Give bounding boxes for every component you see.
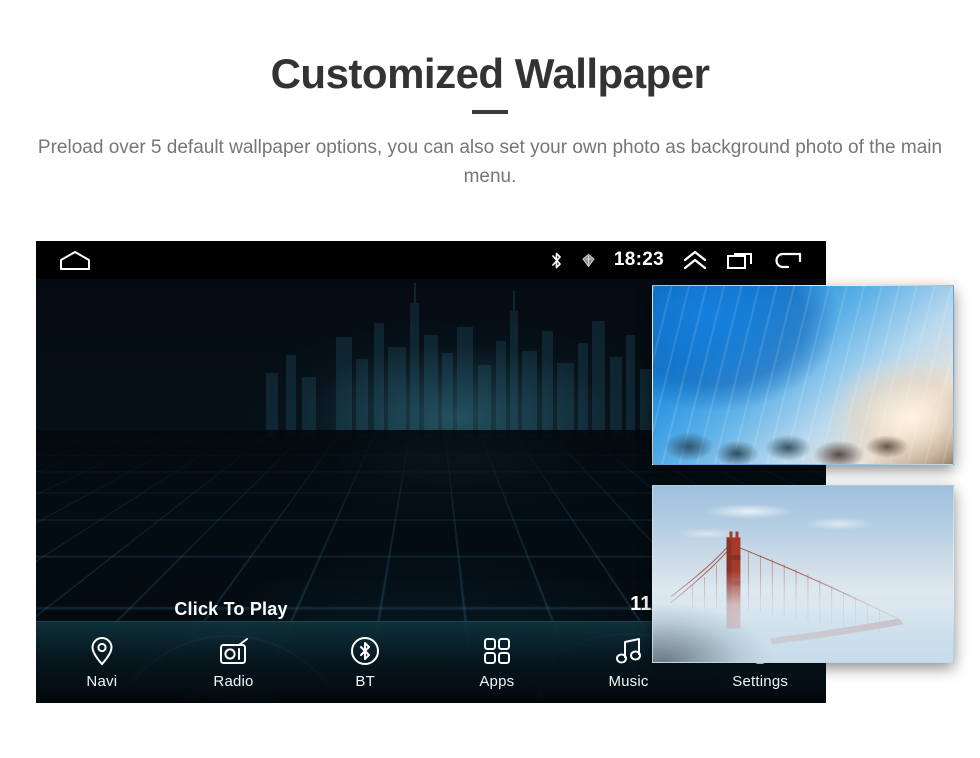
status-clock: 18:23	[613, 249, 664, 270]
dock-item-navi[interactable]: Navi	[36, 636, 168, 690]
gps-icon	[582, 253, 595, 267]
dock-item-apps[interactable]: Apps	[431, 636, 563, 690]
dock-label-settings: Settings	[732, 672, 789, 690]
dock-label-apps: Apps	[479, 672, 515, 690]
bridge-hillside	[653, 576, 797, 662]
ice-cave-wallpaper[interactable]	[652, 285, 954, 465]
dock-label-bt: BT	[355, 672, 375, 690]
bluetooth-icon	[552, 252, 561, 268]
chevron-double-up-icon	[683, 250, 707, 270]
bluetooth-status-icon-wrap	[550, 251, 563, 270]
page-title: Customized Wallpaper	[270, 50, 710, 97]
page-root: Customized Wallpaper Preload over 5 defa…	[0, 0, 980, 758]
title-underline-rule	[472, 110, 508, 114]
status-home-button[interactable]	[58, 249, 92, 271]
dock-label-radio: Radio	[213, 672, 254, 690]
home-icon	[60, 251, 90, 270]
gps-status-icon-wrap	[581, 253, 596, 268]
dock-item-radio[interactable]: Radio	[168, 636, 300, 690]
bluetooth-circle-icon	[350, 636, 380, 666]
radio-icon	[218, 636, 250, 666]
page-subtitle: Preload over 5 default wallpaper options…	[37, 137, 943, 188]
status-recents-button[interactable]	[726, 249, 756, 271]
android-status-bar: 18:23	[36, 241, 826, 279]
recents-icon	[727, 253, 752, 269]
dock-label-music: Music	[608, 672, 649, 690]
dock-item-bt[interactable]: BT	[299, 636, 431, 690]
grid-apps-icon	[483, 636, 511, 666]
status-expand-button[interactable]	[682, 249, 708, 271]
status-back-button[interactable]	[774, 249, 804, 271]
location-pin-icon	[89, 636, 115, 666]
golden-gate-wallpaper[interactable]	[652, 485, 954, 663]
back-arrow-icon	[775, 252, 802, 269]
dock-label-navi: Navi	[86, 672, 118, 690]
ice-cave-rocks	[653, 406, 953, 464]
music-note-icon	[615, 636, 643, 666]
click-to-play-label: Click To Play	[174, 599, 288, 619]
